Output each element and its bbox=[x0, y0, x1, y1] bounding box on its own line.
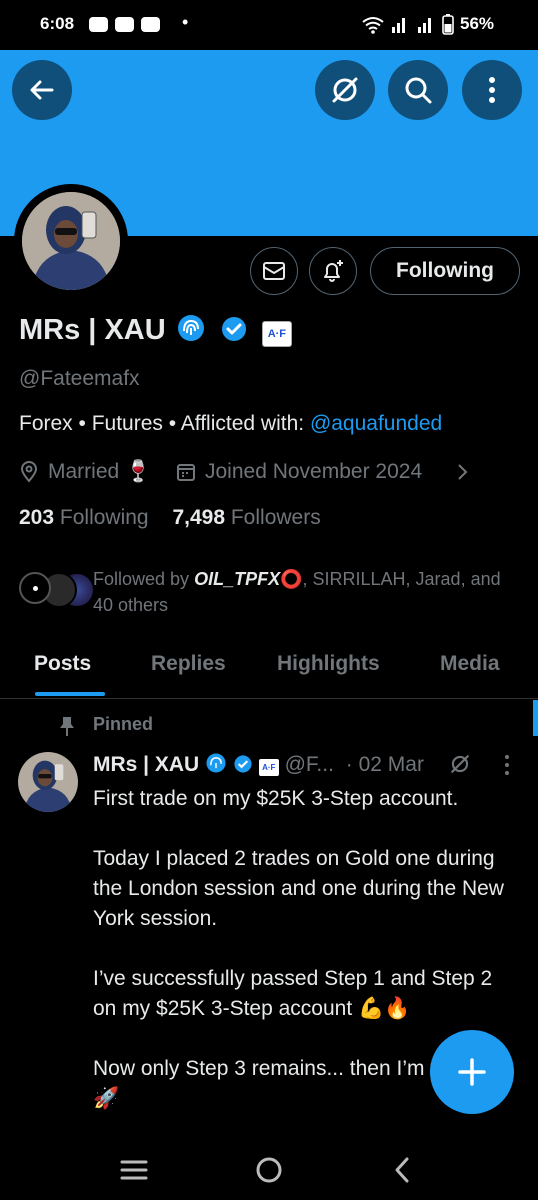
status-bar: 6:08 • 56% bbox=[0, 0, 538, 50]
pinned-label: Pinned bbox=[93, 714, 154, 734]
tweet-paragraph-3: I’ve successfully passed Step 1 and Step… bbox=[93, 967, 493, 1020]
profile-name: MRs | XAU bbox=[19, 314, 166, 346]
tweet-paragraph-1: First trade on my $25K 3-Step account. bbox=[93, 787, 459, 810]
search-icon bbox=[405, 77, 432, 104]
verified-badge-icon[interactable] bbox=[220, 315, 248, 343]
home-icon[interactable] bbox=[255, 1156, 283, 1184]
bio-text: Forex • Futures • Afflicted with: bbox=[19, 412, 310, 435]
recent-apps-icon[interactable] bbox=[119, 1158, 149, 1182]
follow-counts: 203 Following 7,498 Followers bbox=[19, 506, 321, 530]
plus-icon bbox=[458, 1058, 486, 1086]
red-circle-icon: ⭕ bbox=[280, 569, 303, 589]
wifi-icon bbox=[362, 17, 384, 34]
avatar[interactable] bbox=[22, 192, 120, 290]
following-link[interactable]: 203 Following bbox=[19, 506, 149, 529]
profile-joined: Joined November 2024 bbox=[205, 460, 423, 483]
followed-by-text[interactable]: Followed by OIL_TPFX⭕, SIRRILLAH, Jarad,… bbox=[93, 566, 513, 618]
tweet-paragraph-2: Today I placed 2 trades on Gold one duri… bbox=[93, 847, 504, 930]
notifications-button[interactable] bbox=[309, 247, 357, 295]
status-time: 6:08 bbox=[40, 14, 75, 33]
signal-icon bbox=[392, 18, 405, 33]
system-nav-bar bbox=[0, 1130, 538, 1200]
mail-icon bbox=[263, 262, 285, 280]
profile-handle: @Fateemafx bbox=[19, 367, 140, 390]
tweet-author-handle: @F... bbox=[284, 753, 334, 776]
profile-location: Married 🍷 bbox=[48, 460, 151, 484]
tab-replies[interactable]: Replies bbox=[151, 652, 226, 676]
tweet-more-icon[interactable] bbox=[502, 754, 512, 776]
scrollbar-thumb[interactable] bbox=[533, 700, 538, 736]
following-button[interactable]: Following bbox=[370, 247, 520, 295]
tweet-author-name[interactable]: MRs | XAU bbox=[93, 753, 199, 776]
tweet-avatar-photo bbox=[18, 752, 78, 812]
message-button[interactable] bbox=[250, 247, 298, 295]
tab-posts[interactable]: Posts bbox=[34, 652, 91, 676]
tweet-date: · 02 Mar bbox=[345, 753, 424, 776]
signal-icon-2 bbox=[418, 18, 431, 33]
arrow-left-icon bbox=[30, 80, 54, 100]
followers-link[interactable]: 7,498 Followers bbox=[172, 506, 320, 529]
tab-media[interactable]: Media bbox=[440, 652, 500, 676]
tab-active-indicator bbox=[35, 692, 105, 696]
followed-by-avatars[interactable] bbox=[19, 570, 95, 610]
location-text: Married bbox=[48, 460, 120, 483]
tabs-divider bbox=[0, 698, 538, 699]
tweet-header: MRs | XAU A·F @F... · 02 Mar bbox=[93, 752, 424, 777]
bell-plus-icon bbox=[324, 260, 343, 282]
messenger-icon bbox=[89, 17, 108, 32]
profile-bio: Forex • Futures • Afflicted with: @aquaf… bbox=[19, 412, 442, 436]
fingerprint-emoji-icon bbox=[177, 315, 204, 341]
tweet-verified-badge-icon bbox=[234, 755, 252, 773]
avatar-photo bbox=[22, 192, 120, 290]
notification-dot-icon: • bbox=[182, 12, 189, 32]
grok-button[interactable] bbox=[315, 60, 375, 120]
pin-icon bbox=[60, 717, 74, 736]
more-options-button[interactable] bbox=[462, 60, 522, 120]
back-nav-icon[interactable] bbox=[393, 1156, 411, 1184]
tweet-author-avatar[interactable] bbox=[18, 752, 78, 812]
followed-by-prefix: Followed by bbox=[93, 569, 195, 589]
tweet-fingerprint-emoji-icon bbox=[206, 753, 226, 773]
followed-by-first: OIL_TPFX bbox=[194, 569, 281, 589]
search-button[interactable] bbox=[388, 60, 448, 120]
bio-link[interactable]: @aquafunded bbox=[310, 412, 442, 435]
calendar-icon bbox=[177, 464, 195, 481]
wine-glass-icon: 🍷 bbox=[125, 460, 152, 483]
battery-icon bbox=[442, 14, 454, 35]
youtube-icon-2 bbox=[141, 17, 160, 32]
follower-avatar-1 bbox=[19, 572, 51, 604]
tab-highlights[interactable]: Highlights bbox=[277, 652, 380, 676]
more-vertical-icon bbox=[489, 77, 495, 103]
back-button[interactable] bbox=[12, 60, 72, 120]
grok-icon bbox=[332, 77, 358, 103]
compose-button[interactable] bbox=[430, 1030, 514, 1114]
tweet-affiliate-badge: A·F bbox=[258, 759, 279, 776]
affiliate-badge[interactable]: A·F bbox=[261, 321, 292, 347]
location-pin-icon bbox=[20, 461, 38, 483]
profile-name-row: MRs | XAU A·F bbox=[19, 313, 292, 347]
youtube-icon bbox=[115, 17, 134, 32]
battery-percent: 56% bbox=[460, 14, 495, 33]
tweet-grok-icon[interactable] bbox=[448, 752, 472, 776]
chevron-right-icon[interactable] bbox=[456, 463, 468, 481]
